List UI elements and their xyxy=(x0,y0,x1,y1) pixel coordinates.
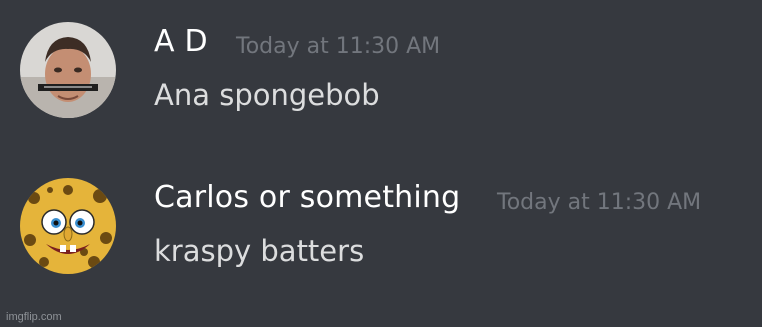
user-photo-avatar-icon xyxy=(20,22,116,118)
message-content: kraspy batters xyxy=(154,234,365,268)
spongebob-avatar-icon xyxy=(20,178,116,274)
username[interactable]: A D xyxy=(154,24,208,59)
timestamp: Today at 11:30 AM xyxy=(236,34,441,59)
message-1: A D Today at 11:30 AM Ana spongebob xyxy=(0,22,762,122)
timestamp: Today at 11:30 AM xyxy=(497,190,702,215)
message-2: Carlos or something Today at 11:30 AM kr… xyxy=(0,178,762,278)
user-avatar-a-d[interactable] xyxy=(20,22,116,118)
imgflip-watermark: imgflip.com xyxy=(6,311,62,323)
message-content: Ana spongebob xyxy=(154,78,380,112)
user-avatar-carlos[interactable] xyxy=(20,178,116,274)
username[interactable]: Carlos or something xyxy=(154,180,460,215)
